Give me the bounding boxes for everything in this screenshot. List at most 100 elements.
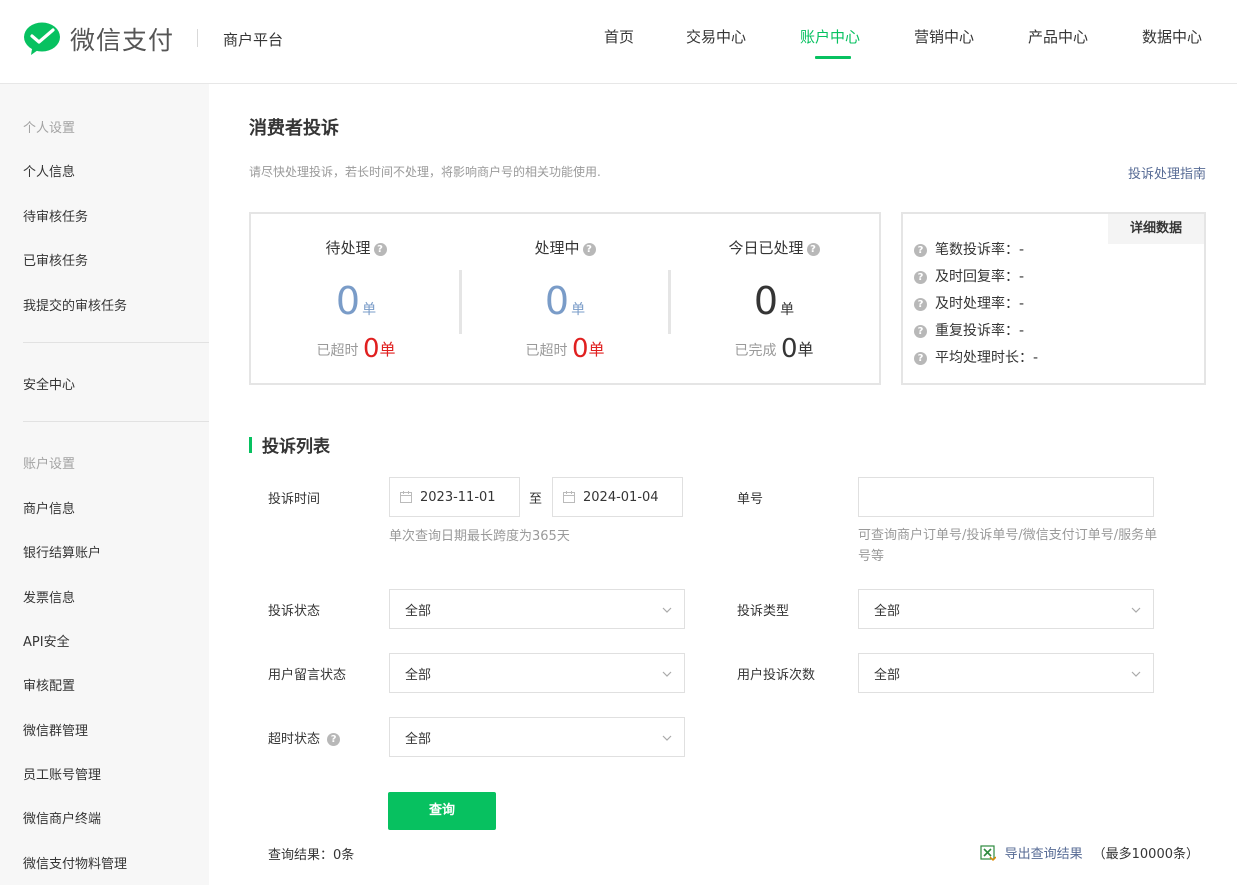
stat-today-value: 0 xyxy=(753,279,779,323)
stat-timeout-label: 已超时 xyxy=(525,343,568,359)
calendar-icon xyxy=(400,491,412,503)
sidebar-item-personal-info[interactable]: 个人信息 xyxy=(23,161,75,180)
order-number-input[interactable] xyxy=(858,477,1154,517)
help-icon[interactable]: ? xyxy=(582,243,596,256)
calendar-icon xyxy=(563,491,575,503)
metric-reply-rate: ? 及时回复率：- xyxy=(914,266,1024,286)
metric-value: - xyxy=(1019,242,1025,258)
metric-value: - xyxy=(1019,296,1025,312)
sidebar-item-materials[interactable]: 微信支付物料管理 xyxy=(23,853,127,872)
select-value: 全部 xyxy=(405,731,432,747)
metric-label: 重复投诉率： xyxy=(935,323,1019,339)
complaint-type-select[interactable]: 全部 xyxy=(858,589,1154,629)
sidebar-item-pending-review[interactable]: 待审核任务 xyxy=(23,206,88,225)
complaint-type-label: 投诉类型 xyxy=(737,604,790,619)
query-button[interactable]: 查询 xyxy=(388,792,496,830)
metric-handling-rate: ? 及时处理率：- xyxy=(914,293,1024,313)
top-header: 微信支付 商户平台 首页 交易中心 账户中心 营销中心 产品中心 数据中心 xyxy=(0,0,1237,84)
section-title-text: 投诉列表 xyxy=(262,437,330,457)
user-complaint-count-select[interactable]: 全部 xyxy=(858,653,1154,693)
help-icon[interactable]: ? xyxy=(914,244,927,257)
stat-pending: 待处理? 0单 已超时 0单 xyxy=(251,214,461,383)
help-icon[interactable]: ? xyxy=(327,733,341,746)
date-from-input[interactable]: 2023-11-01 xyxy=(389,477,520,517)
timeout-status-label: 超时状态 ? xyxy=(268,728,341,747)
select-value: 全部 xyxy=(405,603,432,619)
complaint-guide-link[interactable]: 投诉处理指南 xyxy=(1128,163,1206,182)
complaint-status-select[interactable]: 全部 xyxy=(389,589,685,629)
sidebar-divider xyxy=(23,342,209,343)
help-icon[interactable]: ? xyxy=(806,243,820,256)
date-range-hint: 单次查询日期最长跨度为365天 xyxy=(389,529,570,544)
sidebar-item-bank-account[interactable]: 银行结算账户 xyxy=(23,542,101,561)
user-message-status-select[interactable]: 全部 xyxy=(389,653,685,693)
nav-marketing-center[interactable]: 营销中心 xyxy=(914,26,974,47)
date-to-input[interactable]: 2024-01-04 xyxy=(552,477,683,517)
metric-complaint-rate: ? 笔数投诉率：- xyxy=(914,239,1024,259)
sidebar-item-invoice[interactable]: 发票信息 xyxy=(23,587,75,606)
help-icon[interactable]: ? xyxy=(914,271,927,284)
wechat-pay-logo-icon xyxy=(24,22,60,55)
chevron-down-icon xyxy=(662,607,672,613)
metric-avg-duration: ? 平均处理时长：- xyxy=(914,347,1038,367)
complaint-stats-panel: 待处理? 0单 已超时 0单 处理中? 0单 已超时 0单 今日已处理? 0单 … xyxy=(249,212,881,385)
stat-today-completed-value: 0 xyxy=(780,334,798,364)
chevron-down-icon xyxy=(662,735,672,741)
platform-name: 商户平台 xyxy=(223,31,284,49)
complaint-status-label: 投诉状态 xyxy=(268,604,321,619)
metric-label: 笔数投诉率： xyxy=(935,242,1019,258)
chevron-down-icon xyxy=(662,671,672,677)
metric-value: - xyxy=(1019,269,1025,285)
sidebar-item-security[interactable]: 安全中心 xyxy=(23,374,75,393)
sidebar-item-review-config[interactable]: 审核配置 xyxy=(23,675,75,694)
stat-processing-timeout-value: 0 xyxy=(571,334,589,364)
nav-account-center[interactable]: 账户中心 xyxy=(800,26,860,47)
result-count: 查询结果：0条 xyxy=(268,848,355,863)
timeout-status-label-text: 超时状态 xyxy=(268,732,321,747)
detail-data-button[interactable]: 详细数据 xyxy=(1108,214,1204,244)
timeout-status-select[interactable]: 全部 xyxy=(389,717,685,757)
stat-processing: 处理中? 0单 已超时 0单 xyxy=(460,214,670,383)
sidebar-item-wechat-group[interactable]: 微信群管理 xyxy=(23,720,88,739)
order-number-hint: 可查询商户订单号/投诉单号/微信支付订单号/服务单号等 xyxy=(858,528,1158,564)
metric-label: 及时处理率： xyxy=(935,296,1019,312)
date-to-value: 2024-01-04 xyxy=(583,489,659,505)
stat-unit: 单 xyxy=(797,340,814,359)
wechat-pay-logo[interactable]: 微信支付 xyxy=(23,21,174,57)
order-number-label: 单号 xyxy=(737,492,764,507)
chevron-down-icon xyxy=(1131,607,1141,613)
sidebar-item-staff-accounts[interactable]: 员工账号管理 xyxy=(23,764,101,783)
sidebar-item-reviewed[interactable]: 已审核任务 xyxy=(23,250,88,269)
stat-today-processed: 今日已处理? 0单 已完成 0单 xyxy=(669,214,879,383)
chevron-down-icon xyxy=(1131,671,1141,677)
detail-metrics-panel: 详细数据 ? 笔数投诉率：- ? 及时回复率：- ? 及时处理率：- ? 重复投诉率：-… xyxy=(901,212,1206,385)
sidebar-group-personal: 个人设置 xyxy=(23,121,76,136)
nav-data-center[interactable]: 数据中心 xyxy=(1142,26,1202,47)
help-icon[interactable]: ? xyxy=(914,298,927,311)
stat-unit: 单 xyxy=(379,340,396,359)
stat-timeout-label: 已超时 xyxy=(316,343,359,359)
sidebar-item-my-submitted[interactable]: 我提交的审核任务 xyxy=(23,295,127,314)
stat-completed-label: 已完成 xyxy=(734,343,777,359)
sidebar-item-api-security[interactable]: API安全 xyxy=(23,631,70,650)
sidebar-item-merchant-info[interactable]: 商户信息 xyxy=(23,498,75,517)
export-results-link[interactable]: 导出查询结果 xyxy=(1005,843,1083,862)
help-icon[interactable]: ? xyxy=(914,352,927,365)
stat-today-label: 今日已处理 xyxy=(728,239,804,257)
help-icon[interactable]: ? xyxy=(914,325,927,338)
logo-divider xyxy=(197,29,198,47)
nav-home[interactable]: 首页 xyxy=(604,26,634,47)
nav-product-center[interactable]: 产品中心 xyxy=(1028,26,1088,47)
nav-trade-center[interactable]: 交易中心 xyxy=(686,26,746,47)
section-accent-bar xyxy=(249,436,252,453)
metric-repeat-rate: ? 重复投诉率：- xyxy=(914,320,1024,340)
sidebar-item-merchant-terminal[interactable]: 微信商户终端 xyxy=(23,808,101,827)
date-range-separator: 至 xyxy=(529,492,543,507)
complaint-time-label: 投诉时间 xyxy=(268,492,321,507)
user-complaint-count-label: 用户投诉次数 xyxy=(737,668,816,683)
stat-unit: 单 xyxy=(780,302,795,318)
stat-pending-label: 待处理 xyxy=(325,239,371,257)
metric-value: - xyxy=(1019,323,1025,339)
metric-value: - xyxy=(1033,350,1039,366)
help-icon[interactable]: ? xyxy=(373,243,387,256)
